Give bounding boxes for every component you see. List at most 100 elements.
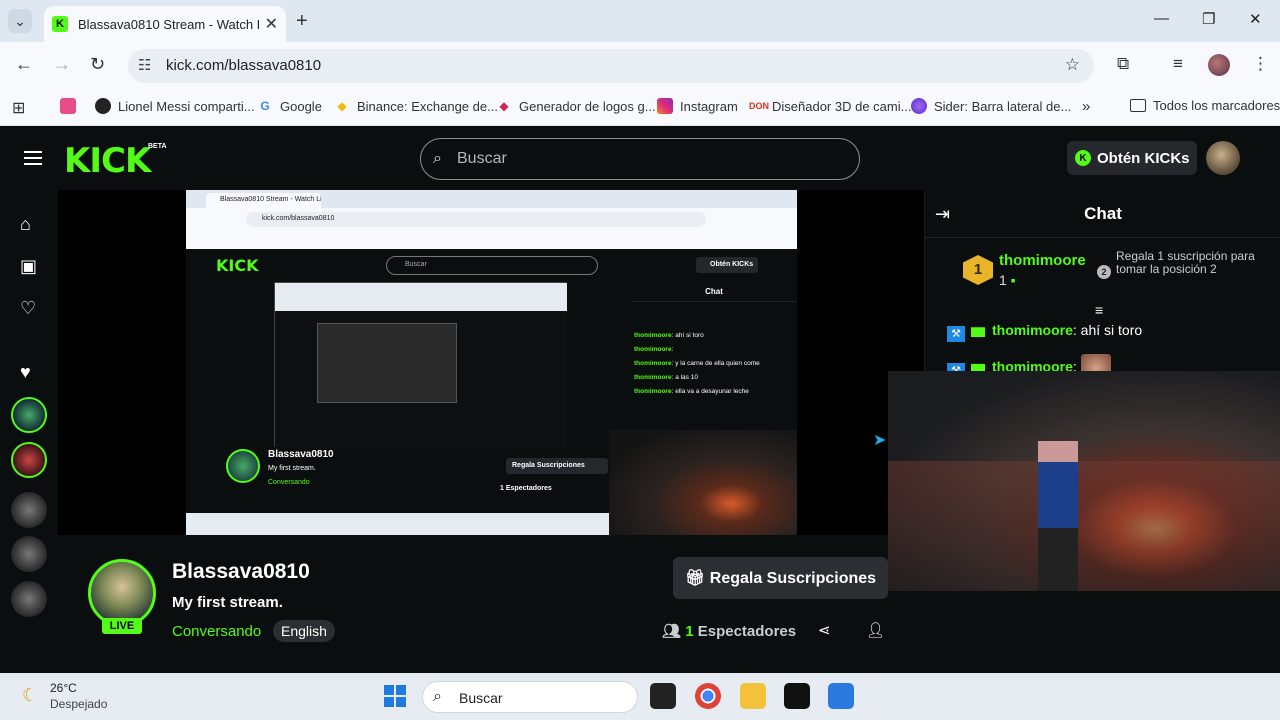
bookmark-item[interactable]: DON Diseñador 3D de cami... <box>749 98 911 114</box>
get-kicks-button[interactable]: K Obtén KICKs <box>1067 141 1197 175</box>
home-icon[interactable]: ⌂ <box>20 214 31 235</box>
chat-text: ahí si toro <box>1080 322 1143 338</box>
chat-filter-icon[interactable]: ≡ <box>1095 302 1103 318</box>
streamer-name[interactable]: Blassava0810 <box>172 560 310 584</box>
folder-icon <box>1130 99 1146 112</box>
bookmark-item[interactable]: G Google <box>257 98 322 114</box>
chrome-icon[interactable] <box>695 683 721 709</box>
followed-channel-avatar[interactable] <box>11 397 47 433</box>
google-icon: G <box>260 99 270 113</box>
taskbar-search[interactable]: ⌕ Buscar <box>422 681 638 713</box>
bookmark-item[interactable]: ◆ Generador de logos g... <box>496 98 655 114</box>
bookmark-label: Sider: Barra lateral de... <box>934 98 1072 114</box>
search-icon: ⌕ <box>433 688 442 705</box>
more-bookmarks-icon[interactable]: » <box>1082 98 1090 115</box>
menu-dots-icon[interactable]: ⋮ <box>1252 54 1269 74</box>
hamburger-menu-icon[interactable] <box>24 151 42 165</box>
captured-search: Buscar <box>386 256 598 275</box>
recommended-channel-avatar[interactable] <box>11 536 47 572</box>
windows-start-icon[interactable] <box>384 685 406 707</box>
beta-label: BETA <box>148 143 167 150</box>
gift-subscriptions-button[interactable]: 🎁︎ Regala Suscripciones <box>673 557 888 599</box>
profile-avatar-icon[interactable] <box>1208 54 1230 76</box>
close-window-icon[interactable]: ✕ <box>1249 10 1262 28</box>
logo-generator-icon: ◆ <box>499 99 509 113</box>
forward-icon[interactable]: → <box>53 54 71 75</box>
reload-icon[interactable]: ↻ <box>90 54 105 75</box>
viewer-count: 👥︎ 1 Espectadores <box>662 623 797 640</box>
address-bar[interactable]: ☷ kick.com/blassava0810 ☆ <box>128 49 1094 83</box>
recommended-channel-avatar[interactable] <box>11 581 47 617</box>
restore-icon[interactable]: ❐ <box>1202 10 1215 28</box>
nested-stream-capture <box>274 282 567 448</box>
streamer-avatar[interactable] <box>88 559 156 627</box>
browser-toolbar: ← → ↻ ☷ kick.com/blassava0810 ☆ ⧉ ≡ ⋮ <box>0 42 1280 90</box>
all-bookmarks[interactable]: Todos los marcadores <box>1130 98 1280 113</box>
captured-get-kicks: Obtén KICKs <box>696 257 758 273</box>
captured-bookmarks-bar <box>186 232 797 249</box>
language-tag[interactable]: English <box>273 620 335 642</box>
new-tab-button[interactable]: + <box>296 10 308 33</box>
webcam-overlay <box>888 371 1280 591</box>
live-badge: LIVE <box>102 618 142 634</box>
tab-title: Blassava0810 Stream - Watch Live <box>78 16 259 32</box>
chat-username[interactable]: thomimoore <box>992 322 1073 338</box>
user-avatar[interactable] <box>1206 141 1240 175</box>
file-explorer-icon[interactable] <box>740 683 766 709</box>
follow-icon[interactable]: 👤︎ <box>866 621 885 639</box>
back-icon[interactable]: ← <box>15 54 33 75</box>
binance-icon: ◆ <box>337 99 347 113</box>
chat-message: ⚒ thomimoore: ahí si toro <box>947 318 1267 352</box>
share-icon[interactable]: ⋖ <box>818 621 831 639</box>
stream-title: My first stream. <box>172 594 283 611</box>
tab-search-button[interactable]: ⌄ <box>8 9 32 33</box>
bookmark-item[interactable]: Lionel Messi comparti... <box>95 98 255 114</box>
captured-url: kick.com/blassava0810 <box>246 212 706 227</box>
apps-grid-icon[interactable]: ⊞ <box>12 98 25 118</box>
leaderboard-user[interactable]: thomimoore <box>999 252 1086 269</box>
bookmark-item[interactable]: ◆ Binance: Exchange de... <box>334 98 498 114</box>
stream-category[interactable]: Conversando <box>172 623 261 640</box>
kick-logo[interactable]: KICK <box>64 141 151 181</box>
site-info-icon[interactable]: ☷ <box>138 56 151 74</box>
minimize-icon[interactable]: — <box>1154 10 1169 27</box>
search-icon: ⌕ <box>433 150 442 167</box>
bookmark-pinwheel[interactable] <box>60 98 83 114</box>
bookmark-item[interactable]: Instagram <box>657 98 738 114</box>
app-icon[interactable] <box>784 683 810 709</box>
kick-header: KICK BETA ⌕ Buscar K Obtén KICKs <box>0 127 1280 190</box>
pinwheel-icon <box>60 98 76 114</box>
browser-tab-active[interactable]: K Blassava0810 Stream - Watch Live ✕ <box>44 6 286 42</box>
stream-info-bar: LIVE Blassava0810 My first stream. Conve… <box>58 535 888 673</box>
bookmark-item[interactable]: Sider: Barra lateral de... <box>911 98 1071 114</box>
captured-address-bar: kick.com/blassava0810 <box>186 208 797 232</box>
recommended-channel-avatar[interactable] <box>11 492 47 528</box>
moon-weather-icon[interactable]: ☾ <box>22 685 38 706</box>
followed-channel-avatar[interactable] <box>11 442 47 478</box>
captured-webcam-feed <box>609 430 797 535</box>
captured-chat-messages: thomimoore: ahí si toro thomimoore: thom… <box>634 332 760 395</box>
extensions-icon[interactable]: ⧉ <box>1117 54 1129 74</box>
captured-streamer-info: Blassava0810 My first stream. Conversand… <box>226 449 626 499</box>
taskbar-search-label: Buscar <box>459 690 503 706</box>
close-tab-icon[interactable]: ✕ <box>265 14 278 34</box>
browse-icon[interactable]: ▣ <box>20 256 37 277</box>
bookmark-star-icon[interactable]: ☆ <box>1065 55 1080 75</box>
gift-leaderboard: 1 thomimoore 1 ▪ 2 Regala 1 suscripción … <box>925 238 1280 308</box>
search-input[interactable]: ⌕ Buscar <box>420 138 860 180</box>
leaderboard-prompt: Regala 1 suscripción para tomar la posic… <box>1116 249 1255 276</box>
following-heart-icon[interactable]: ♡ <box>20 298 36 319</box>
globe-icon <box>95 98 111 114</box>
task-view-icon[interactable] <box>650 683 676 709</box>
outlook-icon[interactable] <box>828 683 854 709</box>
url-text: kick.com/blassava0810 <box>166 57 322 74</box>
stream-screen-capture: Blassava0810 Stream - Watch Live kick.co… <box>186 190 797 535</box>
bookmark-label: Google <box>280 98 322 114</box>
kick-coin-icon: K <box>1075 150 1091 166</box>
captured-tab-title: Blassava0810 Stream - Watch Live <box>206 193 321 208</box>
video-player[interactable]: Blassava0810 Stream - Watch Live kick.co… <box>58 190 924 535</box>
sider-icon <box>911 98 927 114</box>
subscriber-gift-badge-icon <box>971 327 985 337</box>
media-controls-icon[interactable]: ≡ <box>1173 54 1183 74</box>
captured-chat-title: Chat <box>631 282 797 302</box>
